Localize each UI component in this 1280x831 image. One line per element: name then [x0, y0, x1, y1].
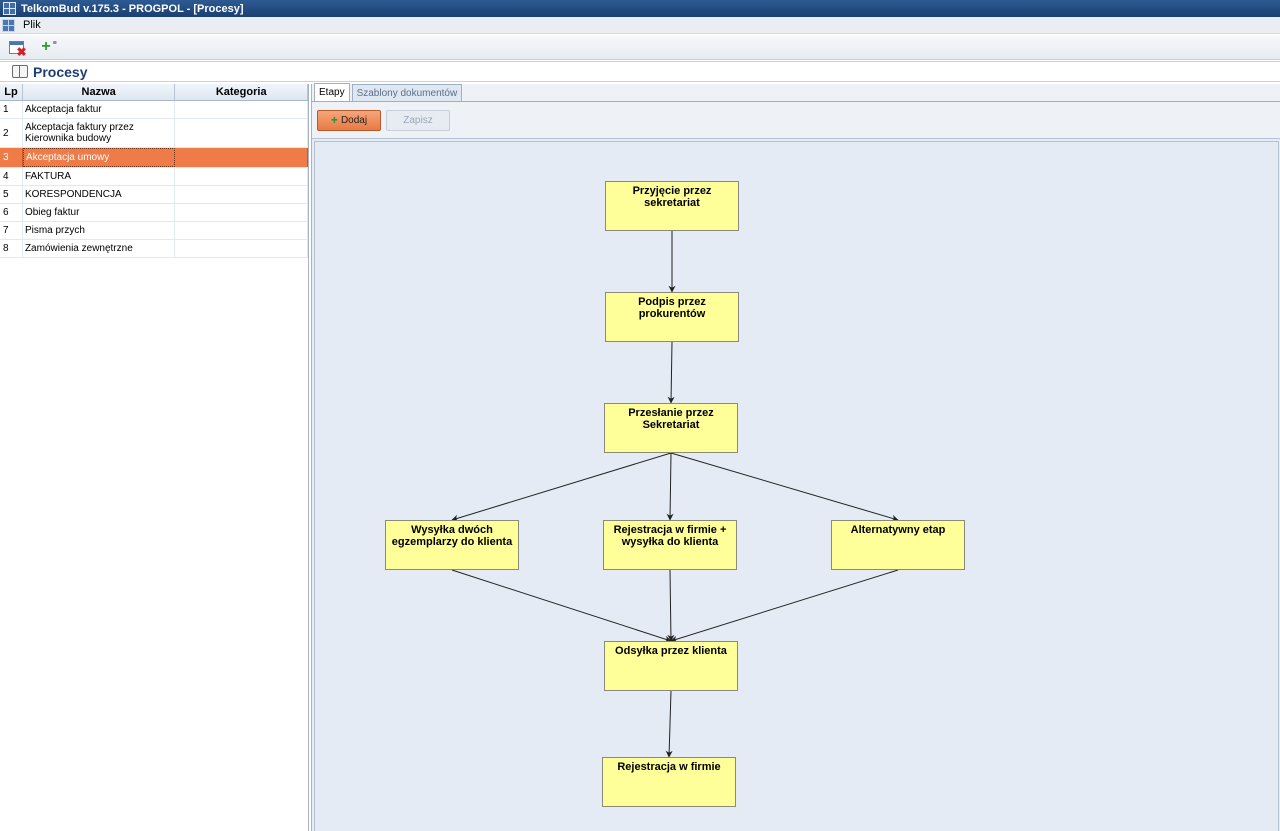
cell-category: [175, 186, 308, 203]
stage-node[interactable]: Rejestracja w firmie: [602, 757, 736, 807]
add-stage-button[interactable]: + Dodaj: [317, 109, 381, 131]
add-stage-label: Dodaj: [340, 114, 368, 126]
stage-node[interactable]: Podpis przez prokurentów: [605, 292, 739, 342]
table-row[interactable]: 7 Pisma przych: [0, 222, 308, 240]
cell-lp: 8: [0, 240, 23, 257]
grid-header: Lp Nazwa Kategoria: [0, 84, 308, 101]
cell-lp: 3: [0, 148, 23, 167]
window-title: TelkomBud v.175.3 - PROGPOL - [Procesy]: [21, 2, 244, 15]
page-title: Procesy: [33, 63, 88, 80]
table-row[interactable]: 6 Obieg faktur: [0, 204, 308, 222]
table-row-selected[interactable]: 3 Akceptacja umowy: [0, 148, 308, 168]
table-row[interactable]: 1 Akceptacja faktur: [0, 101, 308, 119]
cell-lp: 4: [0, 168, 23, 185]
tab-stages[interactable]: Etapy: [314, 83, 350, 101]
stage-node[interactable]: Alternatywny etap: [831, 520, 965, 570]
tab-document-templates[interactable]: Szablony dokumentów: [351, 84, 463, 101]
cell-category: [175, 119, 308, 147]
close-window-icon: ✖: [8, 40, 27, 58]
tab-strip: Etapy Szablony dokumentów: [314, 83, 464, 101]
action-bar: + Dodaj Zapisz: [312, 102, 1280, 139]
edge-arrow: [665, 690, 673, 758]
cell-category: [175, 148, 308, 167]
column-header-category[interactable]: Kategoria: [175, 84, 308, 100]
table-row[interactable]: 4 FAKTURA: [0, 168, 308, 186]
stage-node[interactable]: Przyjęcie przez sekretariat: [605, 181, 739, 231]
table-row[interactable]: 5 KORESPONDENCJA: [0, 186, 308, 204]
add-icon: +: [330, 113, 338, 127]
workflow-diagram-canvas[interactable]: Przyjęcie przez sekretariat Podpis przez…: [314, 141, 1279, 831]
close-window-button[interactable]: ✖: [6, 37, 27, 58]
edge-arrow: [666, 452, 674, 521]
add-icon: + ≡: [41, 38, 57, 55]
app-icon: [3, 2, 16, 15]
menu-bar: Plik: [0, 17, 1280, 34]
tab-content-stages: + Dodaj Zapisz Przyjęcie przez sekretari…: [312, 101, 1280, 831]
cell-lp: 5: [0, 186, 23, 203]
stage-node[interactable]: Rejestracja w firmie + wysyłka do klient…: [603, 520, 737, 570]
process-detail-panel: Etapy Szablony dokumentów + Dodaj Zapisz…: [311, 83, 1280, 831]
cell-lp: 7: [0, 222, 23, 239]
cell-category: [175, 240, 308, 257]
add-process-button[interactable]: + ≡: [36, 37, 56, 57]
cell-category: [175, 204, 308, 221]
cell-category: [175, 168, 308, 185]
edge-arrow: [451, 569, 672, 643]
stage-node[interactable]: Odsyłka przez klienta: [604, 641, 738, 691]
cell-name: KORESPONDENCJA: [23, 186, 176, 203]
edge-arrow: [670, 569, 899, 643]
edge-arrow: [451, 452, 672, 522]
cell-name: Pisma przych: [23, 222, 176, 239]
cell-name: Akceptacja faktur: [23, 101, 176, 118]
table-row[interactable]: 8 Zamówienia zewnętrzne: [0, 240, 308, 258]
menu-file[interactable]: Plik: [21, 19, 43, 31]
cell-name: FAKTURA: [23, 168, 176, 185]
title-bar: TelkomBud v.175.3 - PROGPOL - [Procesy]: [0, 0, 1280, 17]
toolbar: ✖ + ≡: [0, 35, 1280, 60]
cell-category: [175, 222, 308, 239]
cell-lp: 6: [0, 204, 23, 221]
workflow-edges: [451, 231, 899, 758]
cell-name: Obieg faktur: [23, 204, 176, 221]
save-button[interactable]: Zapisz: [386, 109, 450, 131]
page-header: Procesy: [0, 61, 1280, 82]
stage-node[interactable]: Przesłanie przez Sekretariat: [604, 403, 738, 453]
stage-node[interactable]: Wysyłka dwóch egzemplarzy do klienta: [385, 520, 519, 570]
cell-name: Zamówienia zewnętrzne: [23, 240, 176, 257]
save-label: Zapisz: [403, 114, 433, 126]
book-icon: [12, 65, 28, 78]
table-row[interactable]: 2 Akceptacja faktury przez Kierownika bu…: [0, 119, 308, 148]
edge-arrow: [667, 341, 675, 404]
cell-lp: 1: [0, 101, 23, 118]
cell-name: Akceptacja umowy: [22, 148, 176, 167]
cell-category: [175, 101, 308, 118]
process-list-panel: Lp Nazwa Kategoria 1 Akceptacja faktur 2…: [0, 84, 309, 831]
window-menu-icon[interactable]: [2, 18, 15, 32]
edge-arrow: [667, 569, 675, 642]
column-header-name[interactable]: Nazwa: [23, 84, 176, 100]
cell-name: Akceptacja faktury przez Kierownika budo…: [23, 119, 176, 147]
edge-arrow: [670, 452, 899, 522]
column-header-lp[interactable]: Lp: [0, 84, 23, 100]
cell-lp: 2: [0, 119, 23, 147]
